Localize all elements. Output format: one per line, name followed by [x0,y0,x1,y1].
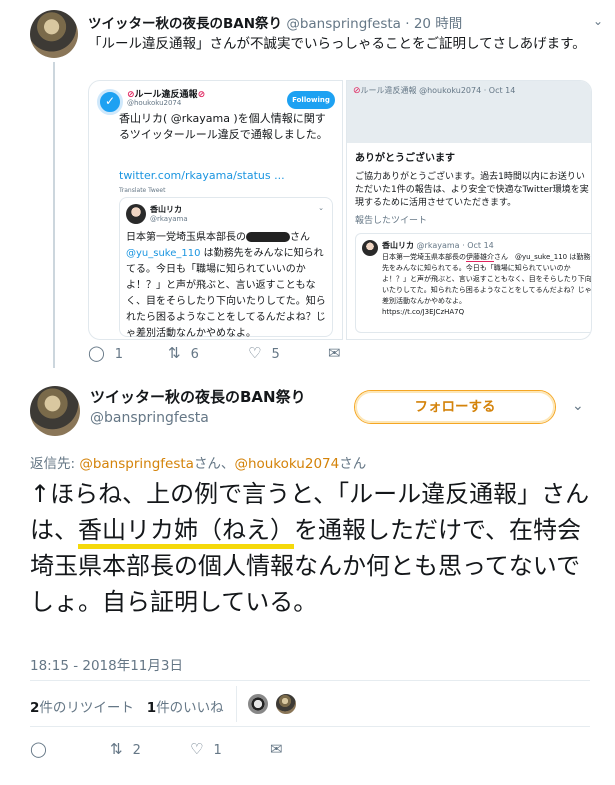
image-account-handle: @houkoku2074 [127,99,182,107]
stats-separator [236,686,237,722]
reply-icon: ◯ [30,740,47,758]
tweet-stats: 2件のリツイート 1件のいいね [30,696,224,716]
retweet-stat[interactable]: 2件のリツイート [30,700,134,716]
main-dm-button[interactable]: ✉ [270,740,293,758]
replying-mention-2[interactable]: @houkoku2074 [234,456,339,472]
quoted-name: 香山リカ [150,205,182,214]
report-thanks-body: ご協力ありがとうございます。過去1時間以内にお送りいただいた1件の報告は、より安… [355,172,589,208]
liker-avatar[interactable] [246,692,270,716]
quoted-handle: @rkayama [150,215,188,223]
reply-author-handle[interactable]: @banspringfesta [286,16,401,32]
main-author-name[interactable]: ツイッター秋の夜長のBAN祭り [90,386,306,407]
reply-header: ツイッター秋の夜長のBAN祭り @banspringfesta · 20 時間 [88,12,462,32]
reported-avatar [362,240,378,256]
heart-icon: ♡ [248,344,262,362]
redaction-mark [246,232,290,242]
ban-icon: ⊘ [197,90,206,100]
reported-header: 香山リカ @rkayama · Oct 14 [382,241,494,250]
reply-avatar[interactable] [30,10,78,58]
quoted-mention: @yu_suke_110 [126,248,201,259]
reply-icon: ◯ [88,344,105,362]
divider [30,726,590,727]
main-tweet-text: ↑ほらね、上の例で言うと、「ルール違反通報」さんは、香山リカ姉（ねえ）を通報した… [30,480,590,616]
main-timestamp[interactable]: 18:15 - 2018年11月3日 [30,654,183,674]
reply-text: 「ルール違反通報」さんが不誠実でいらっしゃることをご証明してさしあげます。 [88,36,586,52]
main-like-button[interactable]: ♡ 1 [190,740,222,758]
reply-chevron-down-icon[interactable]: ⌄ [593,14,603,28]
quoted-text: 日本第一党埼玉県本部長の さん @yu_suke_110 は勤務先をみんなに知られ… [126,232,326,339]
retweet-icon: ⇅ [168,344,181,362]
replying-mention-1[interactable]: @banspringfesta [79,456,194,472]
report-thanks-title: ありがとうございます [355,153,455,164]
ban-icon: ⊘ [353,86,361,96]
reply-tweet: ツイッター秋の夜長のBAN祭り @banspringfesta · 20 時間 … [0,0,615,372]
liker-avatar[interactable] [274,692,298,716]
replying-to: 返信先: @banspringfestaさん、@houkoku2074さん [30,456,367,472]
quoted-chevron-down-icon: ⌄ [318,204,324,212]
reply-dm-button[interactable]: ✉ [328,344,351,362]
retweet-icon: ⇅ [110,740,123,758]
image-translate-label: Translate Tweet [119,187,166,194]
main-avatar[interactable] [30,386,80,436]
reply-retweet-button[interactable]: ⇅ 6 [168,344,199,362]
attached-image-right[interactable]: ⊘ルール違反通報 @houkoku2074 · Oct 14 ありがとうございま… [346,80,592,340]
image-following-button: Following [287,91,335,109]
main-chevron-down-icon[interactable]: ⌄ [572,398,584,414]
main-reply-button[interactable]: ◯ [30,740,57,758]
envelope-icon: ✉ [270,740,283,758]
heart-icon: ♡ [190,740,204,758]
reply-action-bar: ◯ 1 ⇅ 6 ♡ 5 ✉ [88,344,368,364]
main-author-handle[interactable]: @banspringfesta [90,410,209,426]
reply-reply-button[interactable]: ◯ 1 [88,344,123,362]
attached-image-left[interactable]: ⊘ルール違反通報⊘ @houkoku2074 Following 香山リカ( @… [88,80,343,340]
reply-author-name[interactable]: ツイッター秋の夜長のBAN祭り [88,16,282,32]
reported-tweet: 香山リカ @rkayama · Oct 14 日本第一党埼玉県本部長の伊藤雄介さ… [355,233,592,333]
quoted-avatar [126,204,146,224]
reply-time[interactable]: 20 時間 [414,16,462,32]
reported-tweet-label: 報告したツイート [355,216,428,226]
reported-text: 日本第一党埼玉県本部長の伊藤雄介さん @yu_suke_110 は勤務先をみんな… [382,253,592,316]
reply-like-button[interactable]: ♡ 5 [248,344,280,362]
divider [30,680,590,681]
reply-dot: · [405,16,410,32]
image-right-header: ⊘ルール違反通報 @houkoku2074 · Oct 14 [353,86,516,96]
image-tweet-link: twitter.com/rkayama/status ... [119,169,285,182]
like-stat[interactable]: 1件のいいね [147,700,224,716]
reported-link: https://t.co/J3EJCzHA7Q [382,308,465,316]
main-retweet-button[interactable]: ⇅ 2 [110,740,141,758]
image-quoted-tweet: 香山リカ @rkayama ⌄ 日本第一党埼玉県本部長の さん @yu_suke_… [119,197,333,339]
follow-button[interactable]: フォローする [354,390,556,424]
thread-line [53,62,55,368]
highlighted-phrase: 香山リカ姉（ねえ） [78,516,294,549]
main-action-bar: ◯ ⇅ 2 ♡ 1 ✉ [30,740,330,762]
image-tweet-text: 香山リカ( @rkayama )を個人情報に関するツイッタールール違反で通報しま… [119,112,328,141]
envelope-icon: ✉ [328,344,341,362]
